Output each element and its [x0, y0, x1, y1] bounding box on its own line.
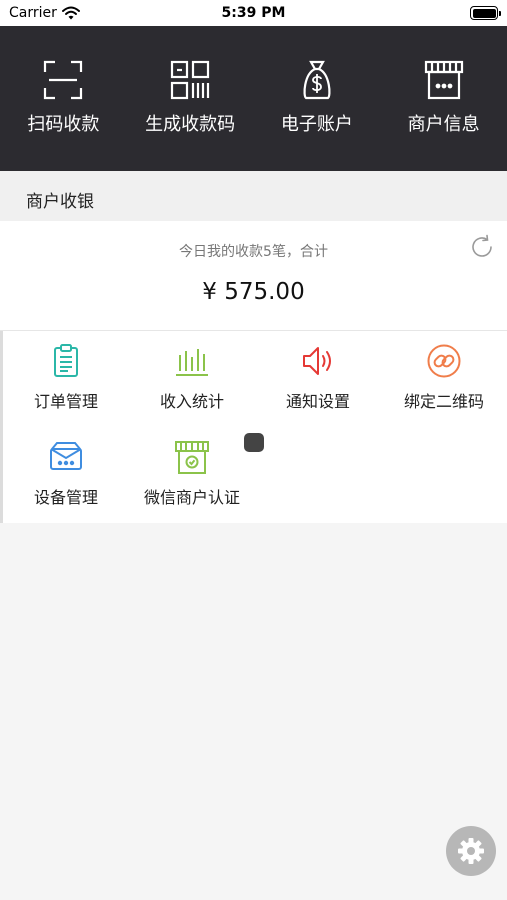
section-title: 商户收银 — [26, 192, 94, 212]
device-icon — [48, 439, 84, 475]
verified-store-icon — [174, 439, 210, 475]
link-icon — [426, 343, 462, 379]
wechat-merchant-verify-button[interactable]: 微信商户认证 — [129, 427, 255, 523]
clipboard-icon — [48, 343, 84, 379]
status-bar: Carrier 5:39 PM — [0, 0, 507, 26]
battery-icon — [470, 6, 501, 20]
order-management-label: 订单管理 — [33, 392, 98, 411]
summary-amount: ¥ 575.00 — [202, 279, 305, 305]
storefront-icon — [422, 58, 466, 102]
top-action-bar: 扫码收款 生成收款码 电子账户 商户信息 — [0, 26, 507, 171]
bar-stats-icon — [174, 343, 210, 379]
scan-pay-button[interactable]: 扫码收款 — [0, 26, 127, 171]
generate-code-button[interactable]: 生成收款码 — [127, 26, 254, 171]
income-stats-label: 收入统计 — [159, 392, 224, 411]
floating-badge — [244, 433, 264, 452]
daily-summary-card: 今日我的收款5笔，合计 ¥ 575.00 — [0, 221, 507, 331]
bind-qr-code-label: 绑定二维码 — [403, 392, 484, 411]
scan-icon — [41, 58, 85, 102]
qr-code-icon — [168, 58, 212, 102]
device-management-label: 设备管理 — [33, 488, 98, 507]
refresh-icon[interactable] — [468, 233, 496, 261]
section-header: 商户收银 — [0, 171, 507, 221]
generate-code-label: 生成收款码 — [145, 114, 236, 135]
device-management-button[interactable]: 设备管理 — [3, 427, 129, 523]
settings-button[interactable] — [446, 826, 496, 876]
e-account-button[interactable]: 电子账户 — [254, 26, 381, 171]
bind-qr-code-button[interactable]: 绑定二维码 — [381, 331, 507, 427]
summary-description: 今日我的收款5笔，合计 — [179, 244, 328, 260]
order-management-button[interactable]: 订单管理 — [3, 331, 129, 427]
wechat-merchant-verify-label: 微信商户认证 — [143, 488, 240, 507]
function-grid: 订单管理 收入统计 通知设置 绑定二维码 设备管理 微信商户认证 — [0, 331, 507, 523]
merchant-info-label: 商户信息 — [407, 114, 480, 135]
speaker-icon — [300, 343, 336, 379]
money-bag-icon — [295, 58, 339, 102]
clock-time: 5:39 PM — [221, 5, 286, 21]
notification-settings-button[interactable]: 通知设置 — [255, 331, 381, 427]
income-stats-button[interactable]: 收入统计 — [129, 331, 255, 427]
merchant-info-button[interactable]: 商户信息 — [380, 26, 507, 171]
scan-pay-label: 扫码收款 — [27, 114, 100, 135]
e-account-label: 电子账户 — [280, 114, 353, 135]
notification-settings-label: 通知设置 — [285, 392, 350, 411]
